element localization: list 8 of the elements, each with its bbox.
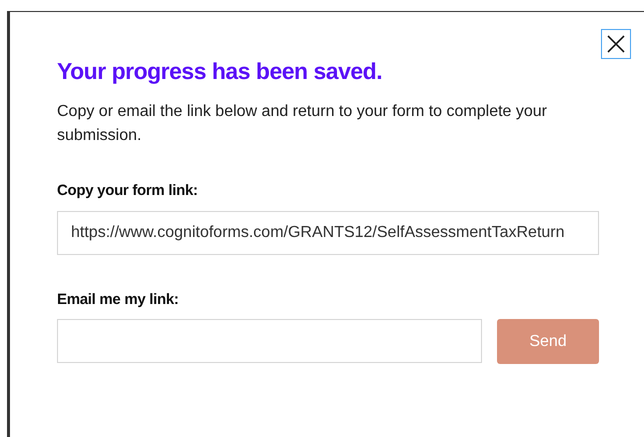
link-field[interactable]: https://www.cognitoforms.com/GRANTS12/SelfAssessmentTaxReturn [57, 210, 599, 254]
close-button[interactable] [601, 29, 631, 59]
dialog-title: Your progress has been saved. [57, 57, 384, 86]
dialog-message: Copy or email the link below and return to your form to complete your submission. [57, 102, 548, 146]
close-icon [607, 35, 625, 53]
field-label: Email me my link: [57, 290, 180, 310]
field-label: Copy your form link: [57, 181, 199, 201]
email-field[interactable] [57, 319, 482, 363]
